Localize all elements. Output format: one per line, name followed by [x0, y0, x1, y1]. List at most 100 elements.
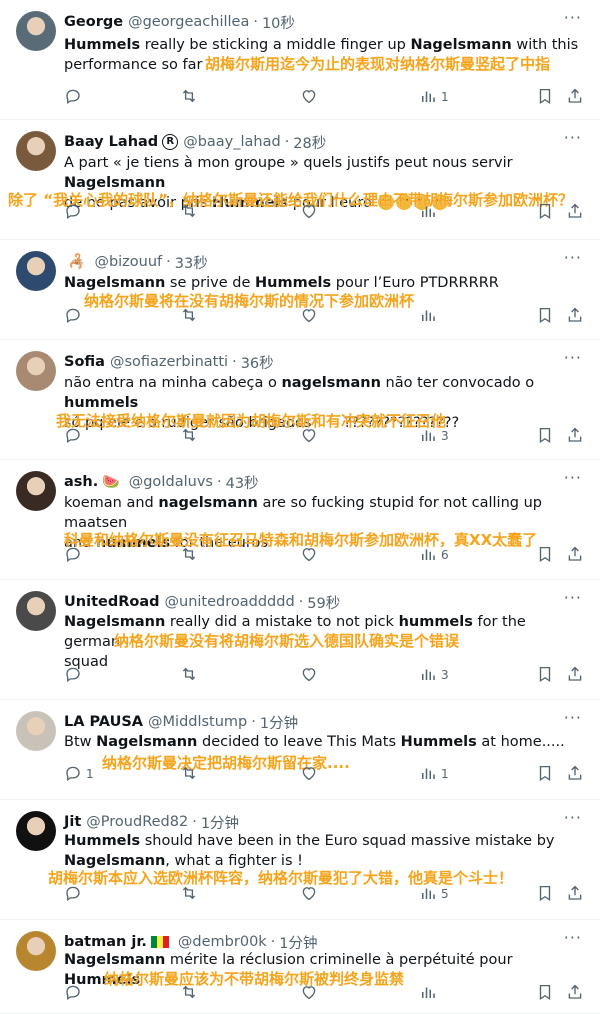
share-button[interactable]: [566, 306, 584, 326]
avatar[interactable]: [16, 811, 56, 851]
bookmark-button[interactable]: [536, 665, 554, 685]
like-button[interactable]: [300, 884, 322, 904]
display-name[interactable]: Jit: [64, 814, 81, 830]
display-name[interactable]: LA PAUSA: [64, 714, 143, 730]
like-button[interactable]: [300, 202, 322, 222]
display-name[interactable]: ash.: [64, 474, 98, 490]
user-handle[interactable]: @ProudRed82: [86, 814, 188, 830]
retweet-button[interactable]: [180, 884, 202, 904]
more-icon[interactable]: ···: [564, 470, 582, 486]
like-button[interactable]: [300, 665, 322, 685]
avatar[interactable]: [16, 931, 56, 971]
more-icon[interactable]: ···: [564, 710, 582, 726]
bookmark-button[interactable]: [536, 983, 554, 1003]
more-icon[interactable]: ···: [564, 590, 582, 606]
translation-annotation: 纳格尔斯曼没有将胡梅尔斯选入德国队确实是个错误: [114, 632, 460, 650]
views-button[interactable]: [419, 983, 441, 1003]
share-button[interactable]: [566, 884, 584, 904]
share-button[interactable]: [566, 545, 584, 565]
avatar[interactable]: [16, 11, 56, 51]
like-button[interactable]: [300, 764, 322, 784]
more-icon[interactable]: ···: [564, 250, 582, 266]
avatar[interactable]: [16, 711, 56, 751]
timestamp[interactable]: 36秒: [241, 352, 274, 373]
more-icon[interactable]: ···: [564, 930, 582, 946]
share-button[interactable]: [566, 665, 584, 685]
retweet-button[interactable]: [180, 426, 202, 446]
avatar[interactable]: [16, 351, 56, 391]
retweet-button[interactable]: [180, 983, 202, 1003]
views-button[interactable]: [419, 202, 441, 222]
display-name[interactable]: batman jr.: [64, 934, 147, 950]
retweet-button[interactable]: [180, 764, 202, 784]
timestamp[interactable]: 1分钟: [201, 812, 239, 833]
display-name[interactable]: Baay Lahad: [64, 134, 158, 150]
avatar[interactable]: [16, 591, 56, 631]
timestamp[interactable]: 33秒: [175, 252, 208, 273]
reply-button[interactable]: 1: [64, 764, 94, 784]
share-button[interactable]: [566, 426, 584, 446]
views-button[interactable]: 1: [419, 87, 449, 107]
views-button[interactable]: 1: [419, 764, 449, 784]
user-handle[interactable]: @dembr00k: [178, 934, 267, 950]
like-button[interactable]: [300, 87, 322, 107]
reply-button[interactable]: [64, 202, 86, 222]
reply-button[interactable]: [64, 87, 86, 107]
views-button[interactable]: 3: [419, 426, 449, 446]
views-button[interactable]: [419, 306, 441, 326]
retweet-button[interactable]: [180, 306, 202, 326]
retweet-button[interactable]: [180, 665, 202, 685]
more-icon[interactable]: ···: [564, 10, 582, 26]
avatar[interactable]: [16, 251, 56, 291]
user-handle[interactable]: @Middlstump: [148, 714, 247, 730]
user-handle[interactable]: @unitedroaddddd: [165, 594, 295, 610]
bookmark-button[interactable]: [536, 202, 554, 222]
avatar[interactable]: [16, 471, 56, 511]
views-button[interactable]: 3: [419, 665, 449, 685]
bookmark-button[interactable]: [536, 426, 554, 446]
share-button[interactable]: [566, 87, 584, 107]
timestamp[interactable]: 59秒: [307, 592, 340, 613]
bookmark-button[interactable]: [536, 764, 554, 784]
share-button[interactable]: [566, 983, 584, 1003]
user-handle[interactable]: @georgeachillea: [128, 14, 249, 30]
display-name[interactable]: George: [64, 14, 123, 30]
reply-button[interactable]: [64, 983, 86, 1003]
share-button[interactable]: [566, 202, 584, 222]
bookmark-button[interactable]: [536, 884, 554, 904]
like-button[interactable]: [300, 545, 322, 565]
bookmark-button[interactable]: [536, 545, 554, 565]
timestamp[interactable]: 43秒: [226, 472, 259, 493]
share-icon: [566, 983, 584, 1004]
more-icon[interactable]: ···: [564, 130, 582, 146]
timestamp[interactable]: 10秒: [262, 12, 295, 33]
tweet-header: Baay Lahad R @baay_lahad · 28秒: [64, 130, 326, 154]
reply-button[interactable]: [64, 884, 86, 904]
display-name[interactable]: Sofia: [64, 354, 105, 370]
views-button[interactable]: 6: [419, 545, 449, 565]
retweet-button[interactable]: [180, 202, 202, 222]
user-handle[interactable]: @sofiazerbinatti: [110, 354, 228, 370]
timestamp[interactable]: 1分钟: [260, 712, 298, 733]
share-button[interactable]: [566, 764, 584, 784]
retweet-button[interactable]: [180, 545, 202, 565]
like-button[interactable]: [300, 426, 322, 446]
reply-button[interactable]: [64, 306, 86, 326]
like-button[interactable]: [300, 306, 322, 326]
reply-button[interactable]: [64, 426, 86, 446]
reply-button[interactable]: [64, 665, 86, 685]
bookmark-button[interactable]: [536, 87, 554, 107]
display-name[interactable]: UnitedRoad: [64, 594, 160, 610]
more-icon[interactable]: ···: [564, 350, 582, 366]
reply-button[interactable]: [64, 545, 86, 565]
user-handle[interactable]: @baay_lahad: [183, 134, 281, 150]
views-button[interactable]: 5: [419, 884, 449, 904]
timestamp[interactable]: 28秒: [293, 132, 326, 153]
bookmark-button[interactable]: [536, 306, 554, 326]
like-button[interactable]: [300, 983, 322, 1003]
user-handle[interactable]: @goIdaluvs: [129, 474, 213, 490]
avatar[interactable]: [16, 131, 56, 171]
retweet-button[interactable]: [180, 87, 202, 107]
more-icon[interactable]: ···: [564, 810, 582, 826]
user-handle[interactable]: @bizouuf: [94, 254, 162, 270]
